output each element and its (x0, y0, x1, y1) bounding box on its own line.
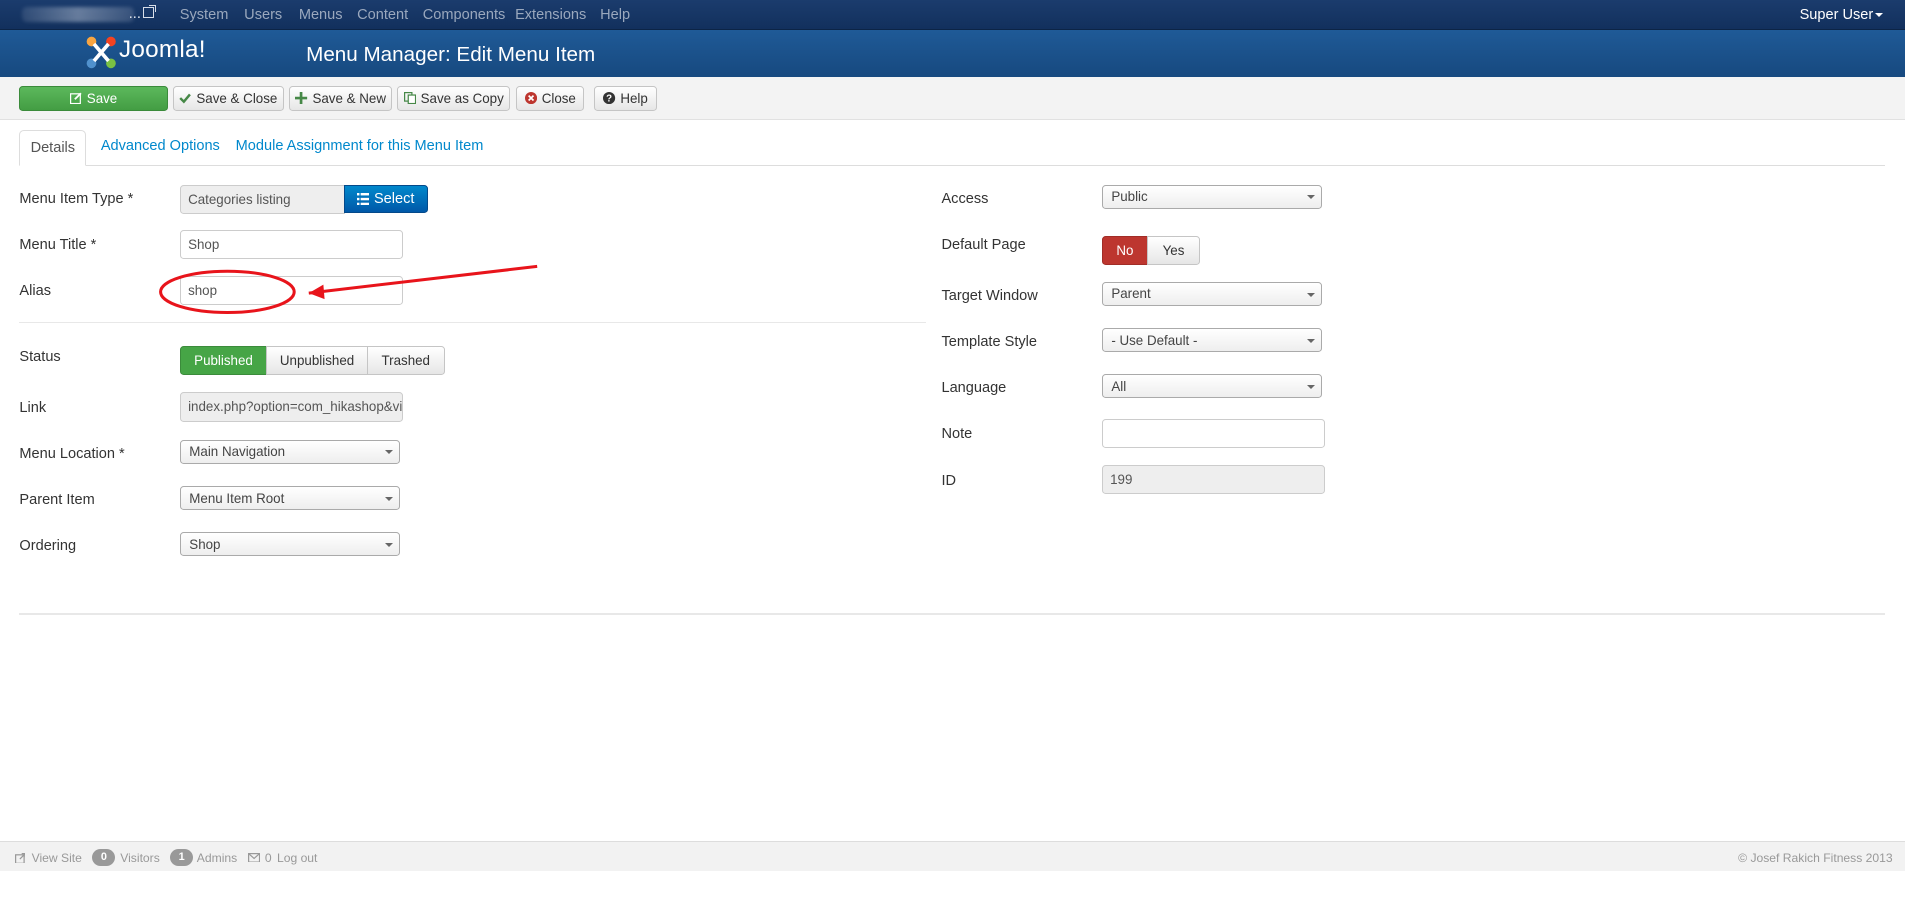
language-select[interactable]: All (1101, 374, 1322, 399)
menu-item-type-field: Categories listing (179, 184, 345, 214)
menu-title-label: Menu Title * (19, 236, 97, 253)
close-button[interactable]: Close (516, 86, 585, 111)
save-as-copy-button[interactable]: Save as Copy (397, 86, 511, 111)
save-button[interactable]: Save (19, 86, 168, 111)
chevron-down-icon (1306, 384, 1315, 390)
ordering-select[interactable]: Shop (179, 532, 400, 557)
menu-components[interactable]: Components (423, 7, 506, 23)
save-new-button[interactable]: Save & New (289, 86, 393, 111)
menu-location-label: Menu Location * (19, 445, 125, 462)
save-close-button[interactable]: Save & Close (172, 86, 285, 111)
annotation-arrow-line (308, 264, 538, 295)
help-button[interactable]: ? Help (594, 86, 658, 111)
menu-extensions[interactable]: Extensions (515, 7, 586, 23)
menu-location-select[interactable]: Main Navigation (179, 439, 400, 465)
menu-content[interactable]: Content (357, 7, 408, 23)
menu-users[interactable]: Users (244, 7, 282, 23)
target-window-label: Target Window (941, 287, 1038, 304)
form-bottom-divider (19, 613, 1886, 615)
status-trashed-button[interactable]: Trashed (366, 346, 445, 376)
view-site-link[interactable]: View Site (32, 851, 82, 865)
default-page-no-button[interactable]: No (1101, 235, 1148, 265)
chevron-down-icon (384, 496, 393, 501)
page-header: Joomla! Menu Manager: Edit Menu Item (0, 30, 1905, 77)
ordering-label: Ordering (19, 538, 77, 555)
status-footer: View Site 0 Visitors 1 Admins 0 Log out … (0, 840, 1905, 871)
note-label: Note (941, 426, 973, 443)
menu-help[interactable]: Help (600, 7, 630, 23)
default-page-label: Default Page (941, 236, 1026, 253)
plus-icon (295, 92, 308, 105)
top-navbar: ... System Users Menus Content Component… (0, 0, 1905, 31)
site-name-ellipsis: ... (128, 6, 141, 23)
tab-module-assignment[interactable]: Module Assignment for this Menu Item (236, 138, 484, 154)
id-label: ID (941, 472, 957, 489)
annotation-arrowhead-icon (308, 284, 325, 299)
menu-item-type-label: Menu Item Type * (19, 190, 134, 207)
status-published-button[interactable]: Published (179, 346, 268, 376)
language-label: Language (941, 380, 1007, 397)
status-label: Status (19, 348, 61, 365)
annotation-overlay (158, 264, 538, 314)
menu-system[interactable]: System (180, 7, 229, 23)
admins-count-badge: 1 (170, 848, 194, 866)
visitors-label: Visitors (120, 851, 160, 866)
alias-label: Alias (19, 283, 51, 300)
menu-menus[interactable]: Menus (299, 7, 343, 23)
question-icon: ? (603, 92, 616, 105)
chevron-down-icon (384, 450, 393, 455)
list-icon (356, 192, 370, 205)
toolbar: Save Save & Close Save & New Save as Cop… (0, 76, 1905, 121)
page-title: Menu Manager: Edit Menu Item (306, 42, 596, 66)
chevron-down-icon (1306, 292, 1315, 297)
copyright-text: © Josef Rakich Fitness 2013 (1738, 851, 1893, 866)
tab-details[interactable]: Details (19, 129, 87, 167)
user-menu-caret-icon (1874, 13, 1883, 18)
logout-link[interactable]: Log out (277, 851, 317, 865)
edit-icon (69, 92, 82, 105)
admins-label: Admins (196, 851, 238, 866)
template-style-label: Template Style (941, 334, 1037, 351)
parent-item-select[interactable]: Menu Item Root (179, 485, 400, 511)
link-label: Link (19, 399, 47, 416)
user-menu[interactable]: Super User (1800, 7, 1874, 23)
view-site-icon (14, 852, 26, 864)
svg-text:?: ? (606, 94, 612, 104)
check-icon (179, 93, 192, 104)
joomla-logo-icon (86, 36, 116, 68)
parent-item-label: Parent Item (19, 491, 95, 508)
access-label: Access (941, 190, 989, 207)
access-select[interactable]: Public (1101, 184, 1322, 209)
chevron-down-icon (1306, 338, 1315, 344)
section-divider (19, 321, 926, 324)
target-window-select[interactable]: Parent (1101, 281, 1322, 307)
chevron-down-icon (1306, 195, 1315, 200)
tabs-divider (19, 165, 1886, 167)
cancel-icon (524, 92, 537, 105)
link-field: index.php?option=com_hikashop&vi (179, 392, 404, 422)
default-page-yes-button[interactable]: Yes (1146, 235, 1201, 265)
copy-icon (403, 92, 416, 105)
chevron-down-icon (384, 542, 393, 548)
template-style-select[interactable]: - Use Default - (1101, 327, 1322, 353)
external-link-icon[interactable] (143, 4, 156, 19)
select-menu-type-button[interactable]: Select (343, 184, 428, 213)
envelope-icon[interactable] (247, 852, 260, 863)
joomla-logo-text: Joomla! (119, 36, 206, 64)
id-field: 199 (1101, 465, 1326, 495)
visitors-count-badge: 0 (92, 848, 116, 866)
status-unpublished-button[interactable]: Unpublished (266, 346, 369, 376)
tab-advanced-options[interactable]: Advanced Options (101, 138, 220, 154)
messages-count[interactable]: 0 (265, 851, 272, 865)
annotation-circle (158, 269, 296, 314)
note-input[interactable] (1101, 419, 1326, 449)
site-name-blurred[interactable] (21, 7, 134, 22)
